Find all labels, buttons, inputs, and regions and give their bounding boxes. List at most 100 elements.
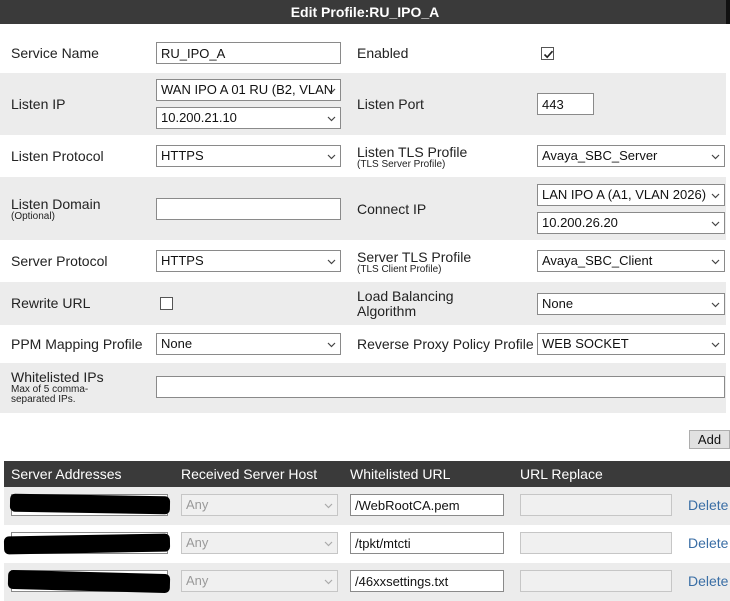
chevron-down-icon <box>711 193 720 199</box>
chevron-down-icon <box>327 259 336 265</box>
server-protocol-row: Server Protocol HTTPS Server TLS Profile… <box>0 240 726 282</box>
listen-ip-label: Listen IP <box>11 96 66 112</box>
server-protocol-label: Server Protocol <box>11 253 108 269</box>
table-row: Any Delete <box>3 525 730 563</box>
received-server-host-select[interactable]: Any <box>181 570 338 592</box>
whitelisted-ips-input[interactable] <box>156 376 725 398</box>
ppm-mapping-value: None <box>161 336 193 351</box>
chevron-down-icon <box>324 541 333 547</box>
whitelisted-url-input[interactable] <box>350 532 504 554</box>
chevron-down-icon <box>327 88 336 94</box>
whitelisted-url-input[interactable] <box>350 570 504 592</box>
connect-ip-address-select[interactable]: 10.200.26.20 <box>537 212 725 234</box>
listen-domain-label: Listen Domain (Optional) <box>11 196 101 222</box>
rewrite-url-checkbox[interactable] <box>160 297 173 310</box>
load-balancing-label-line1: Load Balancing <box>357 288 454 304</box>
listen-domain-row: Listen Domain (Optional) Connect IP LAN … <box>0 177 726 240</box>
load-balancing-label-line2: Algorithm <box>357 303 417 319</box>
ppm-mapping-row: PPM Mapping Profile None Reverse Proxy P… <box>0 325 726 363</box>
url-replace-input <box>520 494 672 516</box>
chevron-down-icon <box>711 221 720 227</box>
chevron-down-icon <box>324 579 333 585</box>
load-balancing-label: Load Balancing Algorithm <box>357 289 454 319</box>
server-protocol-value: HTTPS <box>161 253 204 268</box>
chevron-down-icon <box>711 154 720 160</box>
listen-protocol-value: HTTPS <box>161 148 204 163</box>
listen-tls-profile-value: Avaya_SBC_Server <box>542 148 658 163</box>
column-received-server-host: Received Server Host <box>181 466 318 482</box>
whitelisted-ips-sublabel-line2: separated IPs. <box>11 394 76 405</box>
server-tls-profile-sublabel: (TLS Client Profile) <box>357 264 442 275</box>
listen-tls-profile-sublabel: (TLS Server Profile) <box>357 159 446 170</box>
listen-protocol-label: Listen Protocol <box>11 148 104 164</box>
table-row: Any Delete <box>4 563 730 601</box>
listen-protocol-row: Listen Protocol HTTPS Listen TLS Profile… <box>0 135 726 177</box>
chevron-down-icon <box>327 154 336 160</box>
whitelisted-ips-row: Whitelisted IPs Max of 5 comma- separate… <box>0 363 726 413</box>
listen-tls-profile-select[interactable]: Avaya_SBC_Server <box>537 145 725 167</box>
chevron-down-icon <box>327 116 336 122</box>
chevron-down-icon <box>324 503 333 509</box>
connect-ip-interface-value: LAN IPO A (A1, VLAN 2026) <box>542 187 707 202</box>
column-url-replace: URL Replace <box>520 466 603 482</box>
whitelisted-ips-label: Whitelisted IPs Max of 5 comma- separate… <box>11 369 104 405</box>
dialog-title: Edit Profile:RU_IPO_A <box>0 0 730 24</box>
listen-tls-profile-label: Listen TLS Profile (TLS Server Profile) <box>357 144 467 170</box>
load-balancing-value: None <box>542 296 574 311</box>
listen-domain-sublabel: (Optional) <box>11 211 55 222</box>
server-table-header: Server Addresses Received Server Host Wh… <box>4 461 730 487</box>
listen-domain-title: Listen Domain <box>11 196 101 212</box>
chevron-down-icon <box>327 342 336 348</box>
url-replace-input <box>520 532 672 554</box>
enabled-label: Enabled <box>357 45 409 61</box>
connect-ip-label: Connect IP <box>357 201 427 217</box>
server-tls-profile-title: Server TLS Profile <box>357 249 472 265</box>
listen-ip-row: Listen IP WAN IPO A 01 RU (B2, VLAN 10.2… <box>0 73 726 135</box>
ppm-mapping-select[interactable]: None <box>156 333 341 355</box>
listen-ip-interface-select[interactable]: WAN IPO A 01 RU (B2, VLAN <box>156 79 341 101</box>
chevron-down-icon <box>711 302 720 308</box>
delete-link[interactable]: Delete <box>688 497 728 513</box>
server-tls-profile-value: Avaya_SBC_Client <box>542 253 653 268</box>
reverse-proxy-policy-value: WEB SOCKET <box>542 336 629 351</box>
connect-ip-interface-select[interactable]: LAN IPO A (A1, VLAN 2026) <box>537 184 725 206</box>
reverse-proxy-policy-label: Reverse Proxy Policy Profile <box>357 336 534 352</box>
listen-ip-address-select[interactable]: 10.200.21.10 <box>156 107 341 129</box>
rewrite-url-label: Rewrite URL <box>11 295 91 311</box>
checkmark-icon <box>543 50 554 59</box>
reverse-proxy-policy-select[interactable]: WEB SOCKET <box>537 333 725 355</box>
listen-port-label: Listen Port <box>357 96 424 112</box>
listen-tls-profile-title: Listen TLS Profile <box>357 144 468 160</box>
column-whitelisted-url: Whitelisted URL <box>350 466 451 482</box>
rewrite-url-row: Rewrite URL Load Balancing Algorithm Non… <box>0 282 726 325</box>
redaction-mark <box>9 493 171 515</box>
whitelisted-url-input[interactable] <box>350 494 504 516</box>
delete-link[interactable]: Delete <box>688 573 728 589</box>
listen-ip-address-value: 10.200.21.10 <box>161 110 237 125</box>
received-server-host-select[interactable]: Any <box>181 532 338 554</box>
listen-port-input[interactable] <box>537 93 594 115</box>
delete-link[interactable]: Delete <box>688 535 728 551</box>
service-name-input[interactable] <box>156 42 341 64</box>
listen-ip-interface-value: WAN IPO A 01 RU (B2, VLAN <box>161 82 334 97</box>
listen-domain-input[interactable] <box>156 198 341 220</box>
chevron-down-icon <box>711 259 720 265</box>
received-server-host-select[interactable]: Any <box>181 494 338 516</box>
connect-ip-address-value: 10.200.26.20 <box>542 215 618 230</box>
received-server-host-value: Any <box>186 497 209 512</box>
service-name-row: Service Name Enabled <box>0 35 726 73</box>
chevron-down-icon <box>711 342 720 348</box>
add-button[interactable]: Add <box>689 430 730 449</box>
received-server-host-value: Any <box>186 535 209 550</box>
load-balancing-select[interactable]: None <box>537 293 725 315</box>
server-tls-profile-label: Server TLS Profile (TLS Client Profile) <box>357 249 471 275</box>
table-row: Any Delete <box>4 487 730 525</box>
server-tls-profile-select[interactable]: Avaya_SBC_Client <box>537 250 725 272</box>
server-protocol-select[interactable]: HTTPS <box>156 250 341 272</box>
whitelisted-ips-title: Whitelisted IPs <box>11 369 104 385</box>
received-server-host-value: Any <box>186 573 209 588</box>
listen-protocol-select[interactable]: HTTPS <box>156 145 341 167</box>
column-server-addresses: Server Addresses <box>11 466 122 482</box>
ppm-mapping-label: PPM Mapping Profile <box>11 336 143 352</box>
enabled-checkbox[interactable] <box>541 47 554 60</box>
